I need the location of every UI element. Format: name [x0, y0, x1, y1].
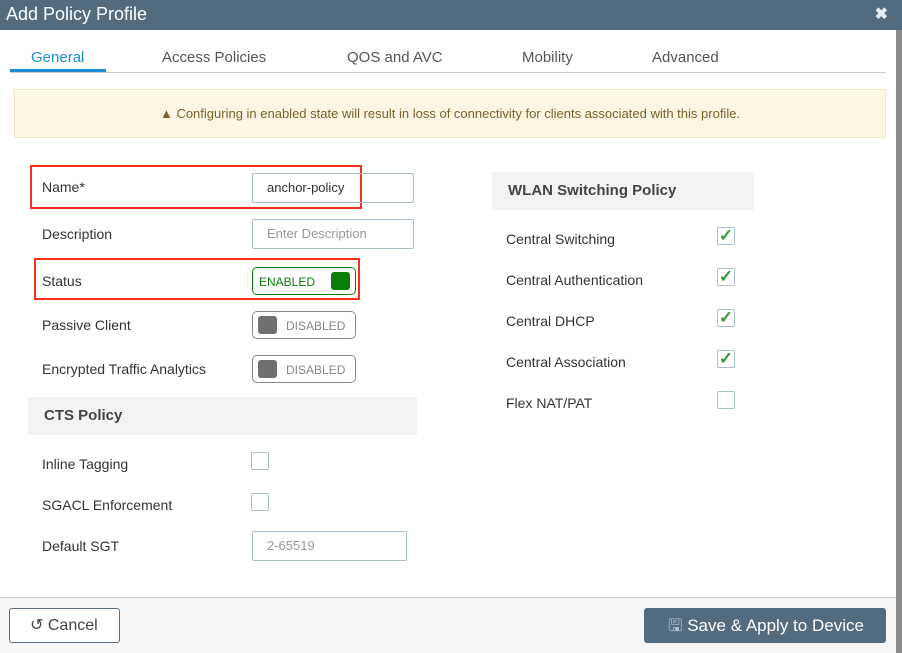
tab-divider — [10, 72, 886, 73]
inline-tagging-label: Inline Tagging — [42, 456, 129, 472]
toggle-knob — [258, 316, 277, 334]
toggle-knob — [331, 272, 350, 290]
central-authentication-checkbox[interactable]: ✓ — [717, 268, 735, 286]
central-switching-checkbox[interactable]: ✓ — [717, 227, 735, 245]
scrollbar[interactable] — [896, 30, 902, 653]
warning-icon: ▲ — [159, 106, 173, 121]
undo-icon: ↺ — [30, 617, 44, 634]
cancel-button[interactable]: ↺ Cancel — [9, 608, 120, 643]
flex-nat-pat-label: Flex NAT/PAT — [506, 395, 593, 411]
close-icon[interactable]: ✖ — [875, 4, 888, 24]
description-input[interactable]: Enter Description — [252, 219, 414, 249]
dialog-title: Add Policy Profile — [6, 4, 148, 24]
status-toggle[interactable]: ENABLED — [252, 267, 356, 295]
dialog-header: Add Policy Profile ✖ — [0, 0, 902, 30]
passive-client-toggle-text: DISABLED — [286, 319, 346, 333]
passive-client-toggle[interactable]: DISABLED — [252, 311, 356, 339]
status-toggle-text: ENABLED — [259, 275, 316, 289]
eta-toggle[interactable]: DISABLED — [252, 355, 356, 383]
tab-advanced[interactable]: Advanced — [652, 49, 719, 66]
name-label: Name* — [42, 179, 85, 195]
save-icon: 🖫 — [668, 616, 683, 635]
tab-access-policies[interactable]: Access Policies — [162, 49, 266, 66]
active-tab-indicator — [10, 69, 106, 72]
central-authentication-label: Central Authentication — [506, 272, 643, 288]
inline-tagging-checkbox[interactable] — [251, 452, 269, 470]
cancel-label: Cancel — [47, 617, 98, 634]
status-label: Status — [42, 273, 82, 289]
warning-text: Configuring in enabled state will result… — [176, 106, 741, 121]
wlan-switching-header: WLAN Switching Policy — [492, 172, 754, 210]
central-dhcp-checkbox[interactable]: ✓ — [717, 309, 735, 327]
tab-qos-and-avc[interactable]: QOS and AVC — [347, 49, 443, 66]
default-sgt-label: Default SGT — [42, 538, 120, 554]
passive-client-label: Passive Client — [42, 317, 131, 333]
warning-banner: ▲ Configuring in enabled state will resu… — [14, 89, 886, 138]
central-dhcp-label: Central DHCP — [506, 313, 595, 329]
tab-general[interactable]: General — [31, 49, 84, 66]
save-label: Save & Apply to Device — [687, 616, 864, 635]
save-apply-button[interactable]: 🖫 Save & Apply to Device — [644, 608, 886, 643]
eta-label: Encrypted Traffic Analytics — [42, 361, 206, 377]
name-input[interactable]: anchor-policy — [252, 173, 414, 203]
default-sgt-input[interactable]: 2-65519 — [252, 531, 407, 561]
central-switching-label: Central Switching — [506, 231, 615, 247]
description-label: Description — [42, 226, 113, 242]
sgacl-label: SGACL Enforcement — [42, 497, 173, 513]
sgacl-checkbox[interactable] — [251, 493, 269, 511]
toggle-knob — [258, 360, 277, 378]
central-association-label: Central Association — [506, 354, 626, 370]
eta-toggle-text: DISABLED — [286, 363, 346, 377]
central-association-checkbox[interactable]: ✓ — [717, 350, 735, 368]
cts-policy-header: CTS Policy — [28, 397, 417, 435]
tab-mobility[interactable]: Mobility — [522, 49, 573, 66]
flex-nat-pat-checkbox[interactable] — [717, 391, 735, 409]
